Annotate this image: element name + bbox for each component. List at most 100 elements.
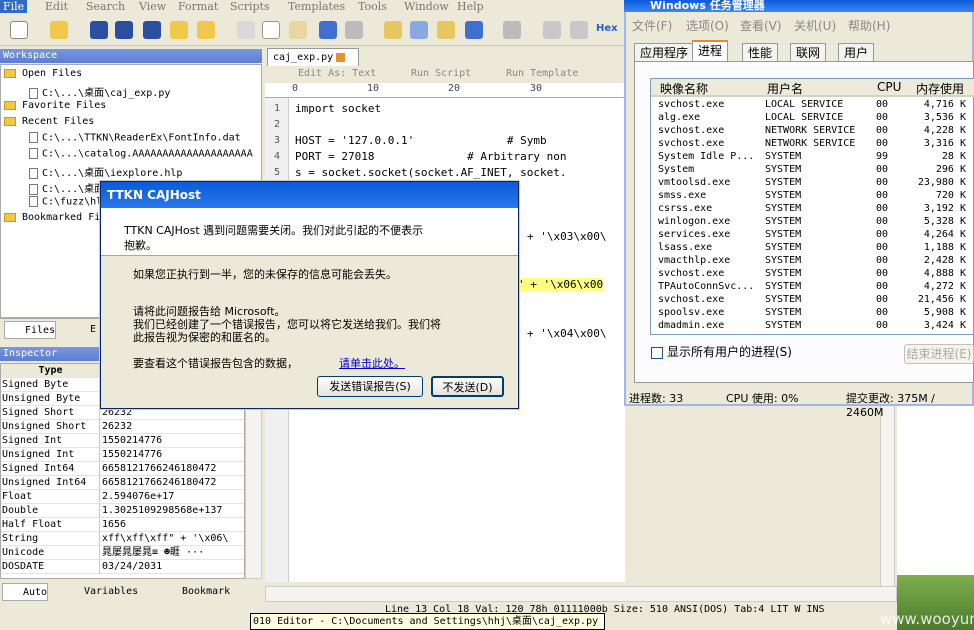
editor-horizontal-scrollbar[interactable] (265, 586, 897, 602)
menu-format[interactable]: Format (178, 0, 218, 13)
inspector-row[interactable]: Float 2.594076e+17 (1, 490, 244, 504)
menu-scripts[interactable]: Scripts (230, 0, 270, 13)
col-image-name[interactable]: 映像名称 (660, 80, 708, 97)
menu-view[interactable]: View (139, 0, 166, 13)
tab-processes[interactable]: 进程 (692, 40, 729, 62)
print-icon[interactable] (503, 21, 521, 39)
process-row[interactable]: vmtoolsd.exe SYSTEM 00 23,980 K (658, 176, 974, 189)
inspector-row[interactable]: Signed Int64 6658121766246180472 (1, 462, 244, 476)
process-row[interactable]: alg.exe LOCAL SERVICE 00 3,536 K (658, 111, 974, 124)
favorite-files-node[interactable]: Favorite Files (1, 100, 106, 111)
hex-label[interactable]: Hex (596, 23, 618, 34)
close-file-icon[interactable] (170, 21, 188, 39)
inspector-row[interactable]: Unsigned Short 26232 (1, 420, 244, 434)
cut-icon[interactable] (237, 21, 255, 39)
tab-variables[interactable]: Variables (64, 583, 138, 601)
redo-icon[interactable] (345, 21, 363, 39)
process-row[interactable]: csrss.exe SYSTEM 00 3,192 K (658, 202, 974, 215)
copy-icon[interactable] (262, 21, 280, 39)
process-row[interactable]: TPAutoConnSvc... SYSTEM 00 4,272 K (658, 280, 974, 293)
col-cpu[interactable]: CPU (877, 80, 901, 94)
process-row[interactable]: vmacthlp.exe SYSTEM 00 2,428 K (658, 254, 974, 267)
bookmarked-files-node[interactable]: Bookmarked Fi (1, 212, 100, 223)
open-files-node[interactable]: Open Files (1, 68, 82, 79)
tm-menu-file[interactable]: 文件(F) (632, 17, 672, 34)
tm-menu-view[interactable]: 查看(V) (740, 17, 782, 34)
inspector-row[interactable]: Unicode 晁屡晁屡晁≡ ☻睚 ··· (1, 546, 244, 560)
recent-files-node[interactable]: Recent Files (1, 116, 94, 127)
menu-help[interactable]: Help (457, 0, 484, 13)
checkbox-icon[interactable] (651, 346, 663, 359)
file-tab-caj-exp[interactable]: caj_exp.py (267, 48, 359, 66)
recent-file-item[interactable]: C:\...\catalog.AAAAAAAAAAAAAAAAAAAA (29, 148, 253, 160)
process-row[interactable]: System Idle P... SYSTEM 99 28 K (658, 150, 974, 163)
menu-templates[interactable]: Templates (288, 0, 345, 13)
text-mode-icon[interactable] (543, 21, 561, 39)
tab-applications[interactable]: 应用程序 (634, 43, 695, 62)
end-process-button[interactable]: 结束进程(E) (904, 344, 974, 364)
inspector-row[interactable]: String xff\xff\xff" + '\x06\ (1, 532, 244, 546)
menu-tools[interactable]: Tools (358, 0, 387, 13)
inspector-row[interactable]: Signed Int 1550214776 (1, 434, 244, 448)
tab-users[interactable]: 用户 (838, 43, 875, 62)
tab-networking[interactable]: 联网 (790, 43, 827, 62)
process-row[interactable]: svchost.exe NETWORK SERVICE 00 4,228 K (658, 124, 974, 137)
view-report-link[interactable]: 请单击此处。 (339, 355, 405, 371)
tab-auto[interactable]: Auto (2, 583, 49, 601)
inspector-row[interactable]: Unsigned Int64 6658121766246180472 (1, 476, 244, 490)
open-file-item[interactable]: C:\...\桌面\caj_exp.py (29, 84, 170, 99)
dont-send-button[interactable]: 不发送(D) (431, 376, 504, 397)
menu-window[interactable]: Window (404, 0, 449, 13)
save-icon[interactable] (90, 21, 108, 39)
process-row[interactable]: svchost.exe LOCAL SERVICE 00 4,716 K (658, 98, 974, 111)
menu-edit[interactable]: Edit (45, 0, 68, 13)
process-row[interactable]: winlogon.exe SYSTEM 00 5,328 K (658, 215, 974, 228)
show-all-processes-checkbox[interactable]: 显示所有用户的进程(S) (651, 343, 871, 359)
process-row[interactable]: services.exe SYSTEM 00 4,264 K (658, 228, 974, 241)
run-template-dropdown[interactable]: Run Template (506, 68, 578, 79)
recent-file-item[interactable]: C:\...\桌面 (29, 180, 104, 195)
close-tab-icon[interactable] (336, 52, 346, 62)
inspector-row[interactable]: Half Float 1656 (1, 518, 244, 532)
edit-as-dropdown[interactable]: Edit As: Text (298, 68, 376, 79)
open-folder-icon[interactable] (50, 21, 68, 39)
paste-icon[interactable] (289, 21, 307, 39)
menu-file[interactable]: File (0, 0, 28, 13)
process-row[interactable]: spoolsv.exe SYSTEM 00 5,908 K (658, 306, 974, 319)
col-user-name[interactable]: 用户名 (767, 80, 803, 97)
save-all-icon[interactable] (143, 21, 161, 39)
inspector-row[interactable]: Double 1.3025109298568e+137 (1, 504, 244, 518)
replace-icon[interactable] (410, 21, 428, 39)
inspector-row[interactable]: DOSDATE 03/24/2031 (1, 560, 244, 574)
tab-bookmarks[interactable]: Bookmark (162, 583, 230, 601)
tm-menu-help[interactable]: 帮助(H) (848, 17, 890, 34)
tab-performance[interactable]: 性能 (742, 43, 779, 62)
process-row[interactable]: lsass.exe SYSTEM 00 1,188 K (658, 241, 974, 254)
hex-mode-icon[interactable] (570, 21, 588, 39)
tm-menu-options[interactable]: 选项(O) (686, 17, 729, 34)
find-in-files-icon[interactable] (437, 21, 455, 39)
recent-file-item[interactable]: C:\...\桌面\iexplore.hlp (29, 164, 182, 179)
menu-search[interactable]: Search (86, 0, 125, 13)
process-row[interactable]: dmadmin.exe SYSTEM 00 3,424 K (658, 319, 974, 332)
find-icon[interactable] (384, 21, 402, 39)
tm-menu-shutdown[interactable]: 关机(U) (794, 17, 836, 34)
send-report-button[interactable]: 发送错误报告(S) (317, 376, 423, 397)
undo-icon[interactable] (319, 21, 337, 39)
run-script-dropdown[interactable]: Run Script (411, 68, 471, 79)
process-row[interactable]: svchost.exe SYSTEM 00 4,888 K (658, 267, 974, 280)
process-row[interactable]: System SYSTEM 00 296 K (658, 163, 974, 176)
tab-files[interactable]: Files (4, 321, 57, 339)
process-row[interactable]: svchost.exe SYSTEM 00 21,456 K (658, 293, 974, 306)
process-row[interactable]: smss.exe SYSTEM 00 720 K (658, 189, 974, 202)
tab-explorer[interactable]: E (70, 321, 96, 339)
save-as-icon[interactable] (115, 21, 133, 39)
inspector-row[interactable]: Unsigned Int 1550214776 (1, 448, 244, 462)
process-row[interactable]: svchost.exe NETWORK SERVICE 00 3,316 K (658, 137, 974, 150)
new-file-icon[interactable] (10, 21, 28, 39)
recent-file-item[interactable]: C:\...\TTKN\ReaderEx\FontInfo.dat (29, 132, 241, 144)
close-all-icon[interactable] (197, 21, 215, 39)
col-memory[interactable]: 内存使用 (916, 80, 964, 97)
recent-file-item[interactable]: C:\fuzz\hl (29, 196, 102, 208)
goto-icon[interactable] (465, 21, 483, 39)
